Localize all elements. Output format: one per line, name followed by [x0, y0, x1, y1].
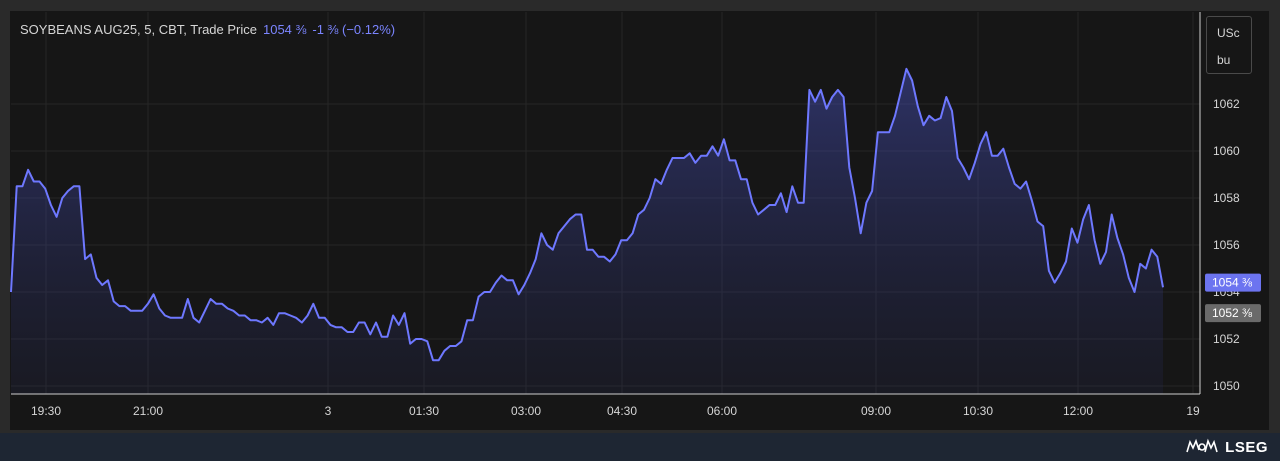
- price-change: -1 ⅜ (−0.12%): [312, 22, 396, 37]
- x-tick-label: 01:30: [409, 404, 439, 418]
- unit-selector[interactable]: USc bu: [1206, 16, 1252, 74]
- chart-title: SOYBEANS AUG25, 5, CBT, Trade Price 1054 …: [20, 22, 395, 37]
- price-tag-label: 1052 ⅜: [1212, 306, 1253, 320]
- lion-emblem-icon: [1186, 438, 1218, 453]
- price-tag: 1052 ⅜: [1205, 304, 1261, 323]
- x-tick-label: 3: [325, 404, 332, 418]
- brand-logo: LSEG: [1185, 437, 1268, 457]
- x-tick-label: 04:30: [607, 404, 637, 418]
- x-tick-label: 19: [1186, 404, 1200, 418]
- x-tick-label: 09:00: [861, 404, 891, 418]
- x-tick-label: 12:00: [1063, 404, 1093, 418]
- y-tick-label: 1062: [1213, 97, 1240, 111]
- unit-currency: USc: [1217, 26, 1240, 40]
- brand-name: LSEG: [1225, 438, 1268, 456]
- unit-measure: bu: [1217, 53, 1231, 67]
- price-tag: 1054 ⅜: [1205, 273, 1261, 292]
- instrument-title: SOYBEANS AUG25, 5, CBT, Trade Price: [20, 22, 257, 37]
- series-area: [11, 68, 1163, 395]
- x-tick-label: 10:30: [963, 404, 993, 418]
- last-price: 1054 ⅜: [262, 22, 307, 37]
- footer-bar: [0, 433, 1280, 461]
- chart-window: 1050 1052 1054 1056 1058 1060 1062 19:30 21:00 3 0…: [0, 0, 1280, 461]
- price-tag-label: 1054 ⅜: [1212, 276, 1253, 290]
- y-tick-label: 1052: [1213, 332, 1240, 346]
- y-tick-label: 1056: [1213, 238, 1240, 252]
- x-tick-label: 06:00: [707, 404, 737, 418]
- y-tick-label: 1060: [1213, 144, 1240, 158]
- price-chart[interactable]: 105010521054105610581060106219:30 21:00 3 0…: [0, 0, 1280, 461]
- x-tick-label: 03:00: [511, 404, 541, 418]
- x-tick-label: 19:30: [31, 404, 61, 418]
- y-tick-label: 1050: [1213, 379, 1240, 393]
- x-tick-label: 21:00: [133, 404, 163, 418]
- y-tick-label: 1058: [1213, 191, 1240, 205]
